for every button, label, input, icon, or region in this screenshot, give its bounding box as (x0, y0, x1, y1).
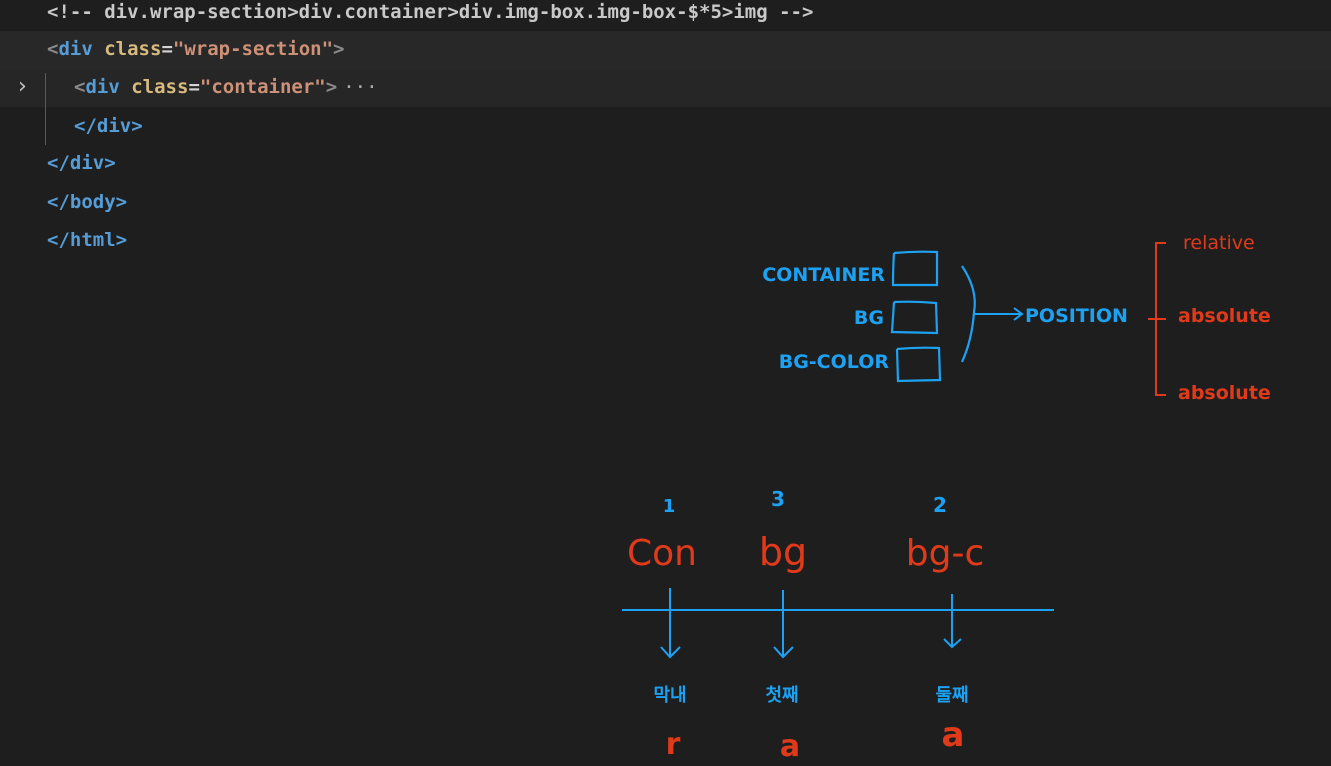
order-number: 1 (663, 496, 676, 517)
upper-diagram: CONTAINER BG BG-COLOR POSITION relative … (762, 232, 1271, 404)
grouping-brace (960, 265, 976, 363)
position-letter: a (780, 729, 800, 764)
lower-diagram: 1 3 2 Con bg bg-c 막내 첫째 둘째 r a a (622, 487, 1054, 764)
order-number: 3 (771, 487, 785, 511)
code-editor[interactable]: <!-- div.wrap-section>div.container>div.… (0, 0, 1331, 766)
sibling-label: 둘째 (935, 685, 968, 706)
position-label: POSITION (1025, 305, 1128, 327)
value-absolute-1: absolute (1178, 305, 1271, 327)
element-name: Con (627, 533, 697, 574)
handwritten-annotation: CONTAINER BG BG-COLOR POSITION relative … (622, 232, 1271, 764)
box-container (891, 250, 939, 287)
sibling-label: 막내 (653, 685, 686, 706)
item-bg-color: BG-COLOR (779, 351, 890, 373)
box-bg (890, 300, 939, 335)
element-name: bg-c (906, 533, 985, 574)
value-absolute-2: absolute (1178, 382, 1271, 404)
order-number: 2 (933, 493, 947, 517)
position-letter: r (666, 727, 681, 762)
position-letter: a (942, 715, 965, 755)
value-relative: relative (1183, 232, 1255, 254)
item-container: CONTAINER (762, 264, 885, 286)
element-name: bg (759, 530, 807, 574)
box-bg-color (895, 346, 942, 383)
item-bg: BG (854, 307, 884, 329)
sibling-label: 첫째 (765, 685, 798, 706)
